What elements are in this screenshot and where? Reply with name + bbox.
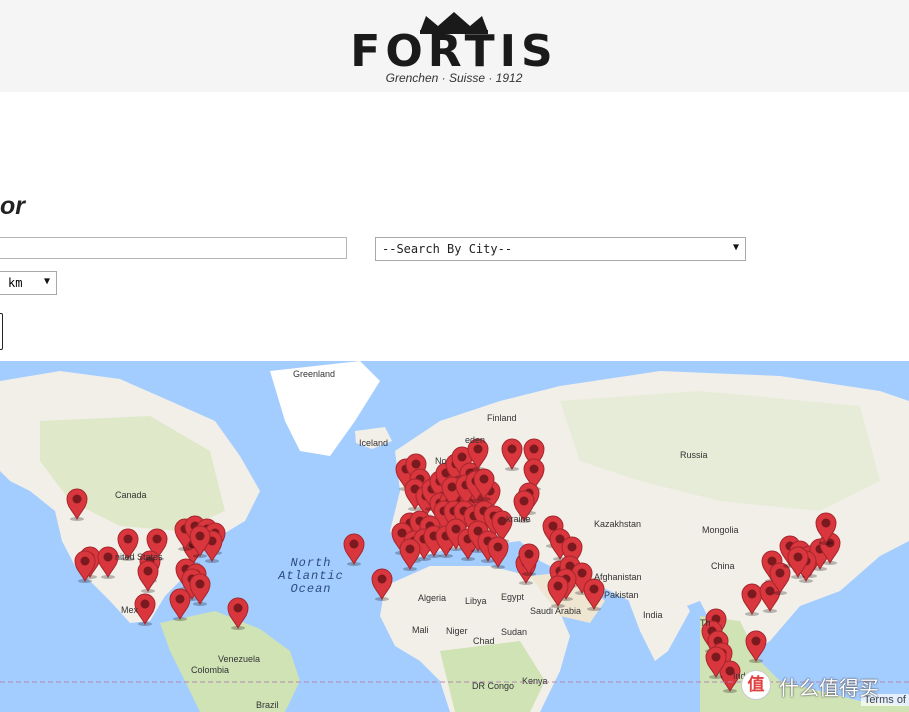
map-label-mexico: Mex [121, 605, 139, 615]
map-label-venezuela: Venezuela [218, 654, 260, 664]
map-label-pakistan: Pakistan [604, 590, 639, 600]
map-label-russia: Russia [680, 450, 708, 460]
store-marker[interactable] [169, 588, 191, 621]
city-select-value: --Search By City-- [382, 242, 513, 256]
ocean-label-line-2: Atlantic [277, 569, 344, 583]
map-label-finland: Finland [487, 413, 517, 423]
search-button[interactable] [0, 313, 3, 350]
map-label-india: India [643, 610, 663, 620]
store-marker[interactable] [487, 536, 509, 569]
store-marker[interactable] [189, 573, 211, 606]
map-label-kenya: Kenya [522, 676, 548, 686]
ocean-label-line-3: Ocean [290, 582, 331, 596]
map-label-libya: Libya [465, 596, 487, 606]
search-input[interactable] [0, 237, 347, 259]
map-label-brazil: Brazil [256, 700, 279, 710]
map-label-iceland: Iceland [359, 438, 388, 448]
map-label-norway: No [435, 456, 447, 466]
chevron-down-icon: ▼ [43, 276, 50, 287]
ocean-label-line-1: North [290, 556, 331, 570]
map-label-chad: Chad [473, 636, 495, 646]
chevron-down-icon: ▼ [732, 242, 739, 253]
ocean-labels: North Atlantic Ocean [277, 556, 344, 596]
watermark: 值 什么值得买 [741, 668, 909, 704]
map-label-mongolia: Mongolia [702, 525, 739, 535]
store-marker[interactable] [343, 533, 365, 566]
map-label-colombia: Colombia [191, 665, 229, 675]
brand-tagline: Grenchen · Suisse · 1912 [385, 71, 523, 85]
watermark-text: 什么值得买 [779, 678, 879, 700]
map-canvas[interactable]: Greenland Iceland Finland eden No Russia… [0, 361, 909, 712]
store-locator-map[interactable]: Greenland Iceland Finland eden No Russia… [0, 361, 909, 712]
map-label-united-states: nited States [115, 552, 163, 562]
radius-select[interactable]: km ▼ [0, 271, 57, 295]
map-label-saudi-arabia: Saudi Arabia [530, 606, 581, 616]
map-label-greenland: Greenland [293, 369, 335, 379]
map-label-niger: Niger [446, 626, 468, 636]
city-select[interactable]: --Search By City-- ▼ [375, 237, 746, 261]
map-label-algeria: Algeria [418, 593, 446, 603]
page-title: or [0, 192, 25, 220]
map-label-ukraine: kraine [506, 514, 531, 524]
map-label-china: China [711, 561, 735, 571]
map-label-sweden: eden [465, 435, 485, 445]
map-label-thailand: Th [700, 618, 711, 628]
map-label-mali: Mali [412, 625, 429, 635]
map-label-kazakhstan: Kazakhstan [594, 519, 641, 529]
map-label-afghanistan: Afghanistan [594, 572, 642, 582]
site-header: FORTIS Grenchen · Suisse · 1912 [0, 0, 909, 92]
store-marker[interactable] [399, 538, 421, 571]
radius-select-value: km [8, 276, 23, 290]
map-label-canada: Canada [115, 490, 147, 500]
map-label-sudan: Sudan [501, 627, 527, 637]
map-label-egypt: Egypt [501, 592, 525, 602]
watermark-logo: 值 [741, 670, 771, 700]
